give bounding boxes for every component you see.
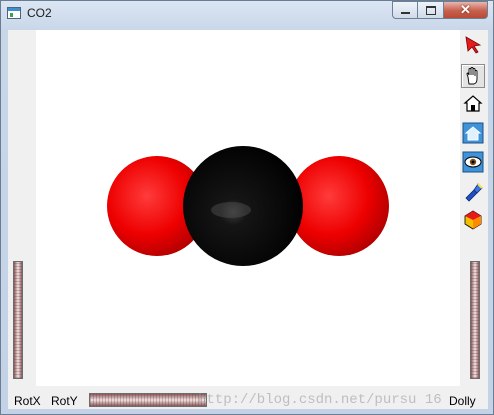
select-mode-button[interactable]: [461, 33, 485, 57]
close-button[interactable]: ✕: [444, 1, 488, 19]
draw-style-icon: [464, 210, 482, 230]
select-arrow-icon: [465, 36, 482, 54]
app-window-icon[interactable]: [7, 7, 21, 19]
maximize-button[interactable]: [418, 1, 444, 19]
hand-rotate-icon: [466, 67, 478, 85]
co2-molecule[interactable]: [36, 30, 460, 386]
set-home-icon: [462, 122, 484, 144]
examiner-viewer: RotX RotY http://blog.csdn.net/pursu 16 …: [8, 30, 488, 409]
draw-style-button[interactable]: [461, 208, 485, 232]
minimize-button[interactable]: [392, 1, 418, 19]
render-area[interactable]: [36, 30, 460, 386]
watermark-text: http://blog.csdn.net/pursu 16: [198, 392, 442, 408]
minimize-icon: [400, 11, 410, 14]
roty-label: RotY: [51, 394, 78, 408]
view-all-icon: [462, 151, 484, 173]
view-all-button[interactable]: [461, 150, 485, 174]
oxygen-atom-right: [289, 156, 389, 256]
close-icon: ✕: [460, 2, 471, 17]
dolly-label: Dolly: [449, 394, 476, 408]
set-home-button[interactable]: [461, 121, 485, 145]
dolly-wheel[interactable]: [470, 261, 480, 379]
carbon-highlight: [211, 202, 251, 218]
rotx-wheel[interactable]: [13, 261, 23, 379]
maximize-icon: [425, 5, 436, 15]
window-title: CO2: [27, 6, 52, 20]
view-mode-button[interactable]: [461, 64, 485, 88]
headlight-icon: [465, 183, 483, 202]
window-controls: ✕: [392, 1, 488, 19]
home-view-icon: [463, 95, 483, 112]
title-bar[interactable]: CO2 ✕: [1, 1, 493, 27]
rotx-label: RotX: [14, 394, 41, 408]
roty-wheel[interactable]: [89, 393, 207, 407]
viewer-window: CO2 ✕ RotX RotY http://blog.csdn.net/pur…: [0, 0, 494, 415]
headlight-button[interactable]: [461, 179, 485, 203]
home-button[interactable]: [461, 92, 485, 116]
